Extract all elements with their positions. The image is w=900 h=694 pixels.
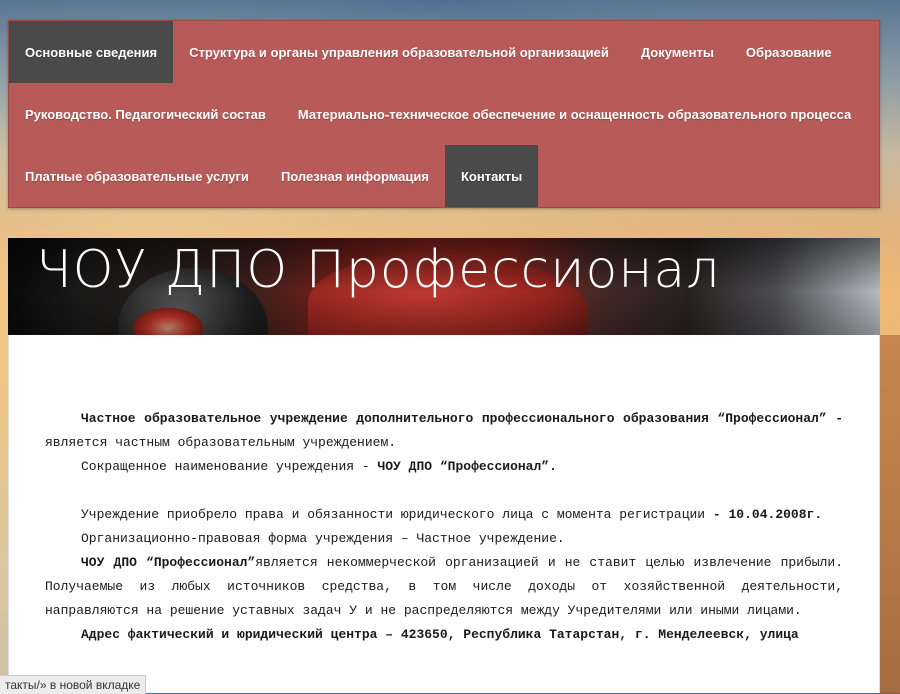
text: является частным образовательным учрежде… [45, 435, 397, 450]
nav-item-education[interactable]: Образование [730, 21, 848, 83]
text: Учреждение приобрело права и обязанности… [81, 507, 713, 522]
bold-text: - 10.04.2008г. [712, 507, 823, 522]
main-content: Частное образовательное учреждение допол… [8, 335, 880, 693]
nav-item-documents[interactable]: Документы [625, 21, 730, 83]
text: Организационно-правовая форма учреждения… [81, 531, 565, 546]
content-paragraph: Учреждение приобрело права и обязанности… [45, 503, 843, 527]
content-paragraph: Адрес фактический и юридический центра –… [45, 623, 843, 647]
content-paragraph: Сокращенное наименование учреждения - ЧО… [45, 455, 843, 479]
nav-item-facilities[interactable]: Материально-техническое обеспечение и ос… [282, 83, 867, 145]
bold-text: ЧОУ ДПО “Профессионал”. [377, 459, 557, 474]
nav-row-3: Платные образовательные услуги Полезная … [9, 145, 879, 207]
nav-item-structure[interactable]: Структура и органы управления образовате… [173, 21, 625, 83]
content-paragraph: Организационно-правовая форма учреждения… [45, 527, 843, 551]
content-paragraph: ЧОУ ДПО “Профессионал”является некоммерч… [45, 551, 843, 623]
nav-item-useful-info[interactable]: Полезная информация [265, 145, 445, 207]
bold-text: Адрес фактический и юридический центра –… [81, 627, 799, 642]
browser-status-bar: такты/» в новой вкладке [0, 675, 147, 694]
content-paragraphs: Частное образовательное учреждение допол… [45, 407, 843, 647]
nav-item-contacts[interactable]: Контакты [444, 145, 539, 207]
bold-text: Частное образовательное учреждение допол… [81, 411, 843, 426]
site-header-banner: ЧОУ ДПО Профессионал [8, 238, 880, 335]
nav-item-paid-services[interactable]: Платные образовательные услуги [9, 145, 265, 207]
nav-item-basic-info[interactable]: Основные сведения [9, 21, 174, 83]
nav-row-1: Основные сведения Структура и органы упр… [9, 21, 879, 83]
text: Сокращенное наименование учреждения - [81, 459, 378, 474]
content-paragraph: Частное образовательное учреждение допол… [45, 407, 843, 455]
main-navigation: Основные сведения Структура и органы упр… [8, 20, 880, 208]
nav-item-management-staff[interactable]: Руководство. Педагогический состав [9, 83, 282, 145]
background-right-strip [880, 335, 900, 693]
site-title: ЧОУ ДПО Профессионал [36, 240, 721, 300]
bold-text: ЧОУ ДПО “Профессионал” [81, 555, 256, 570]
nav-row-2: Руководство. Педагогический состав Матер… [9, 83, 879, 145]
